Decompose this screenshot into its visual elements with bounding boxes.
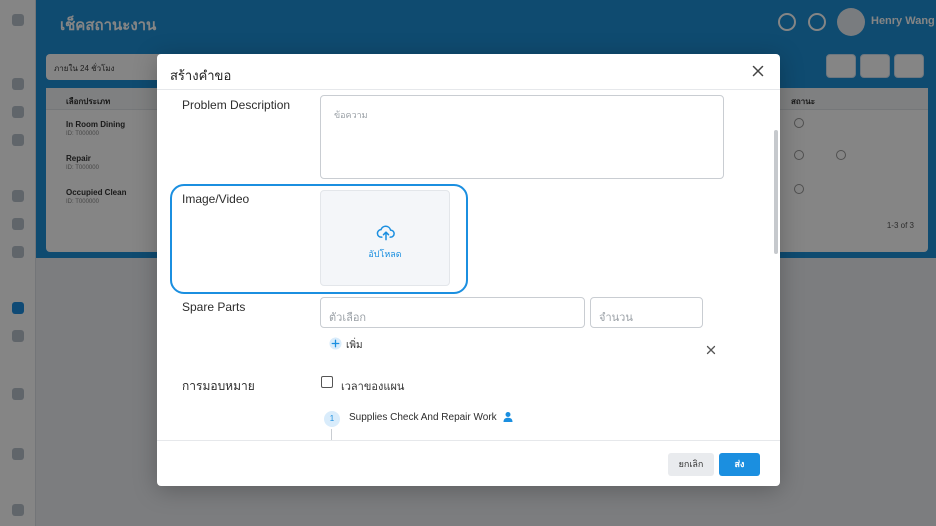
spare-part-quantity-input[interactable]: จำนวน [590,297,703,328]
quantity-placeholder: จำนวน [599,312,633,324]
create-request-dialog: สร้างคำขอ Problem Description ข้อความ Im… [157,54,780,486]
plan-time-checkbox[interactable] [321,376,333,388]
cloud-upload-icon [376,223,396,243]
spare-parts-label: Spare Parts [182,300,246,314]
spare-part-option-select[interactable]: ตัวเลือก [320,297,585,328]
assignment-label: การมอบหมาย [182,379,255,393]
step-title: Supplies Check And Repair Work [349,412,497,423]
add-label: เพิ่ม [346,340,363,351]
dialog-footer: ยกเลิก ส่ง [157,440,780,486]
upload-dropzone[interactable]: อัปโหลด [320,190,450,286]
dialog-title: สร้างคำขอ [170,68,232,83]
dialog-header: สร้างคำขอ [157,54,780,90]
dialog-body: Problem Description ข้อความ Image/Video … [157,90,780,440]
image-video-label: Image/Video [182,192,250,206]
problem-description-input[interactable]: ข้อความ [320,95,724,179]
plan-time-label: เวลาของแผน [341,381,405,393]
plus-icon [329,337,342,350]
close-icon[interactable] [750,63,766,79]
option-placeholder: ตัวเลือก [329,312,367,324]
problem-description-label: Problem Description [182,98,291,112]
submit-button[interactable]: ส่ง [719,453,760,476]
person-icon[interactable] [502,411,514,423]
step-number-badge: 1 [324,411,340,427]
problem-description-placeholder: ข้อความ [334,110,368,120]
remove-row-icon[interactable] [705,344,717,356]
cancel-button[interactable]: ยกเลิก [668,453,714,476]
upload-label: อัปโหลด [368,249,402,259]
step-connector [331,429,332,440]
dialog-scrollbar[interactable] [774,130,778,254]
